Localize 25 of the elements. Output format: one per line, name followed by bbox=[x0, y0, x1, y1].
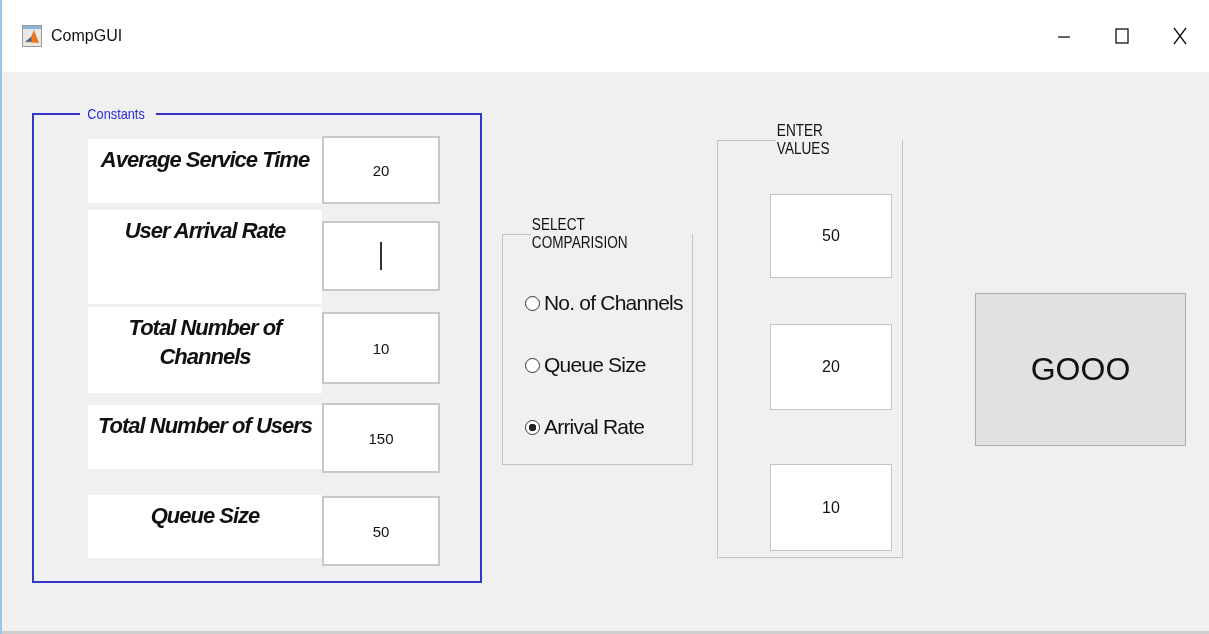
radio-option[interactable]: No. of Channels bbox=[525, 272, 692, 334]
radio-option[interactable]: Queue Size bbox=[525, 334, 692, 396]
panel-title: SELECT COMPARISION bbox=[531, 216, 629, 252]
close-icon[interactable] bbox=[1173, 27, 1187, 45]
input-field[interactable]: 10 bbox=[770, 464, 892, 551]
input-field[interactable]: 20 bbox=[322, 136, 440, 204]
input-field[interactable]: 50 bbox=[322, 496, 440, 566]
input-field[interactable]: 20 bbox=[770, 324, 892, 410]
go-button[interactable]: GOOO bbox=[975, 293, 1186, 446]
window-title: CompGUI bbox=[51, 27, 123, 45]
panel-title: Constants bbox=[86, 105, 146, 122]
input-field[interactable] bbox=[322, 221, 440, 291]
field-label: Total Number of Users bbox=[88, 405, 322, 469]
field-label: Total Number of Channels bbox=[88, 307, 322, 393]
app-icon bbox=[22, 25, 42, 47]
radio-option[interactable]: Arrival Rate bbox=[525, 396, 692, 458]
text-cursor bbox=[380, 242, 382, 270]
input-field[interactable]: 150 bbox=[322, 403, 440, 473]
panel-title: ENTER VALUES bbox=[776, 122, 831, 158]
field-label: User Arrival Rate bbox=[88, 210, 322, 304]
maximize-icon[interactable] bbox=[1115, 28, 1129, 44]
input-field[interactable]: 10 bbox=[322, 312, 440, 384]
field-label: Average Service Time bbox=[88, 139, 322, 203]
input-field[interactable]: 50 bbox=[770, 194, 892, 278]
field-label: Queue Size bbox=[88, 495, 322, 558]
